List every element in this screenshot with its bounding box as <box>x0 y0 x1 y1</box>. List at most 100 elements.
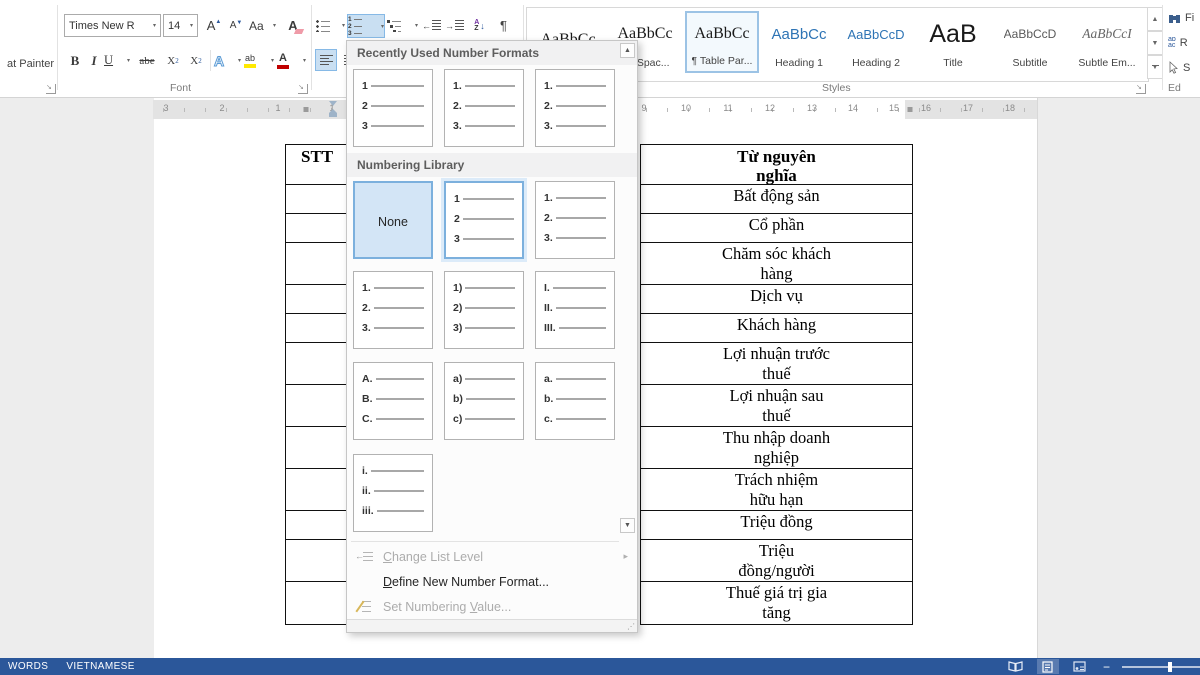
decrease-indent-button[interactable]: ← <box>421 14 442 37</box>
bullets-button[interactable]: ▾ <box>316 14 345 37</box>
find-button[interactable]: Fi <box>1168 12 1200 24</box>
library-number-format-tile-6[interactable]: I.II.III. <box>535 271 615 349</box>
library-number-format-tile-9[interactable]: a.b.c. <box>535 362 615 440</box>
hanging-indent-marker[interactable] <box>329 109 337 117</box>
chevron-down-icon[interactable]: ▾ <box>187 22 193 29</box>
format-painter-button[interactable]: at Painter <box>7 58 54 70</box>
show-paragraph-marks-button[interactable]: ¶ <box>494 14 513 37</box>
table-stt-column[interactable]: STT <box>285 144 347 625</box>
zoom-slider-handle[interactable] <box>1168 662 1172 672</box>
table-row-5[interactable]: Khách hàng <box>641 314 912 343</box>
align-left-button[interactable] <box>315 49 337 71</box>
menu-item-define-new-number-format-[interactable]: Define New Number Format... <box>348 569 636 594</box>
grow-font-button[interactable]: A▲ <box>203 14 225 37</box>
styles-dialog-launcher-icon[interactable]: ↘ <box>1136 84 1146 94</box>
underline-button[interactable]: U ▾ <box>104 49 130 72</box>
table-row-empty-12[interactable] <box>286 582 347 624</box>
menu-scroll-up-button[interactable]: ▲ <box>620 43 635 58</box>
word-count-label[interactable]: WORDS <box>8 661 48 672</box>
table-row-12[interactable]: Thuế giá trị giatăng <box>641 582 912 624</box>
clear-formatting-button[interactable]: A <box>281 14 305 37</box>
table-header-stt[interactable]: STT <box>286 145 347 185</box>
library-number-format-tile-8[interactable]: a)b)c) <box>444 362 524 440</box>
strikethrough-button[interactable]: abe <box>134 49 160 72</box>
style-item-title[interactable]: AaBTitle <box>916 11 990 73</box>
table-meaning-column[interactable]: Từ nguyênnghĩa Bất động sảnCổ phầnChăm s… <box>640 144 913 625</box>
print-layout-button[interactable] <box>1037 659 1059 674</box>
menu-resize-strip[interactable]: ⋰ <box>347 619 637 632</box>
library-number-format-tile-10[interactable]: i.ii.iii. <box>353 454 433 532</box>
table-row-2[interactable]: Cổ phần <box>641 214 912 243</box>
chevron-down-icon[interactable]: ▾ <box>268 57 274 64</box>
font-color-button[interactable]: A ▾ <box>277 49 306 72</box>
table-row-4[interactable]: Dịch vụ <box>641 285 912 314</box>
chevron-down-icon[interactable]: ▾ <box>378 23 384 30</box>
chevron-down-icon[interactable]: ▾ <box>150 22 156 29</box>
table-row-empty-11[interactable] <box>286 540 347 582</box>
font-name-combo[interactable]: Times New R ▾ <box>64 14 161 37</box>
text-effects-button[interactable]: A ▾ <box>214 49 241 72</box>
style-item--table-par-[interactable]: AaBbCc¶ Table Par... <box>685 11 759 73</box>
style-item-subtitle[interactable]: AaBbCcDSubtitle <box>993 11 1067 73</box>
chevron-down-icon[interactable]: ▾ <box>300 57 306 64</box>
table-row-9[interactable]: Trách nhiệmhữu hạn <box>641 469 912 511</box>
increase-indent-button[interactable]: → <box>444 14 465 37</box>
recent-number-format-tile-1[interactable]: 123 <box>353 69 433 147</box>
gallery-expand-button[interactable]: ▼ <box>1147 55 1163 79</box>
table-row-1[interactable]: Bất động sản <box>641 185 912 214</box>
language-label[interactable]: VIETNAMESE <box>66 661 134 672</box>
table-row-empty-1[interactable] <box>286 185 347 214</box>
table-row-empty-7[interactable] <box>286 385 347 427</box>
multilevel-list-button[interactable]: ▾ <box>387 14 418 37</box>
clipboard-dialog-launcher-icon[interactable]: ↘ <box>46 84 56 94</box>
table-row-empty-3[interactable] <box>286 243 347 285</box>
table-row-7[interactable]: Lợi nhuận sauthuế <box>641 385 912 427</box>
replace-button[interactable]: abac R <box>1168 37 1200 49</box>
chevron-down-icon[interactable]: ▾ <box>235 57 241 64</box>
bold-button[interactable]: B <box>66 49 84 72</box>
table-row-empty-4[interactable] <box>286 285 347 314</box>
library-number-format-tile-3[interactable]: 1.2.3. <box>535 181 615 259</box>
table-row-empty-8[interactable] <box>286 427 347 469</box>
table-row-8[interactable]: Thu nhập doanhnghiệp <box>641 427 912 469</box>
style-item-heading-2[interactable]: AaBbCcDHeading 2 <box>839 11 913 73</box>
library-number-format-tile-7[interactable]: A.B.C. <box>353 362 433 440</box>
font-dialog-launcher-icon[interactable]: ↘ <box>298 84 308 94</box>
library-number-format-tile-1[interactable]: None <box>353 181 433 259</box>
numbering-button[interactable]: 123 ▾ <box>347 14 385 38</box>
sort-button[interactable]: AZ↓ <box>467 14 492 37</box>
zoom-out-button[interactable]: − <box>1101 660 1112 674</box>
style-item-subtle-em-[interactable]: AaBbCcISubtle Em... <box>1070 11 1144 73</box>
table-row-11[interactable]: Triệuđồng/người <box>641 540 912 582</box>
library-number-format-tile-4[interactable]: 1.2.3. <box>353 271 433 349</box>
select-button[interactable]: S <box>1168 61 1200 74</box>
font-size-combo[interactable]: 14 ▾ <box>163 14 198 37</box>
read-mode-button[interactable] <box>1005 659 1027 674</box>
table-row-6[interactable]: Lợi nhuận trướcthuế <box>641 343 912 385</box>
chevron-down-icon[interactable]: ▾ <box>339 22 345 29</box>
library-number-format-tile-2[interactable]: 123 <box>444 181 524 259</box>
gallery-scroll-down-button[interactable]: ▼ <box>1147 31 1163 55</box>
table-row-empty-10[interactable] <box>286 511 347 540</box>
zoom-slider[interactable] <box>1122 666 1200 668</box>
gallery-scroll-up-button[interactable]: ▲ <box>1147 7 1163 31</box>
change-case-button[interactable]: Aa ▾ <box>249 14 276 37</box>
library-number-format-tile-5[interactable]: 1)2)3) <box>444 271 524 349</box>
chevron-down-icon[interactable]: ▾ <box>124 57 130 64</box>
table-row-empty-5[interactable] <box>286 314 347 343</box>
table-row-10[interactable]: Triệu đồng <box>641 511 912 540</box>
table-row-empty-9[interactable] <box>286 469 347 511</box>
recent-number-format-tile-2[interactable]: 1.2.3. <box>444 69 524 147</box>
subscript-button[interactable]: X2 <box>163 49 183 72</box>
table-column-marker-icon[interactable] <box>304 107 309 112</box>
menu-scroll-down-button[interactable]: ▼ <box>620 518 635 533</box>
chevron-down-icon[interactable]: ▾ <box>412 22 418 29</box>
superscript-button[interactable]: X2 <box>186 49 206 72</box>
table-row-empty-2[interactable] <box>286 214 347 243</box>
first-line-indent-marker[interactable] <box>329 101 337 106</box>
table-column-marker-icon[interactable] <box>908 107 913 112</box>
table-header-meaning[interactable]: Từ nguyênnghĩa <box>641 145 912 185</box>
recent-number-format-tile-3[interactable]: 1.2.3. <box>535 69 615 147</box>
table-row-empty-6[interactable] <box>286 343 347 385</box>
shrink-font-button[interactable]: A▼ <box>226 14 246 37</box>
